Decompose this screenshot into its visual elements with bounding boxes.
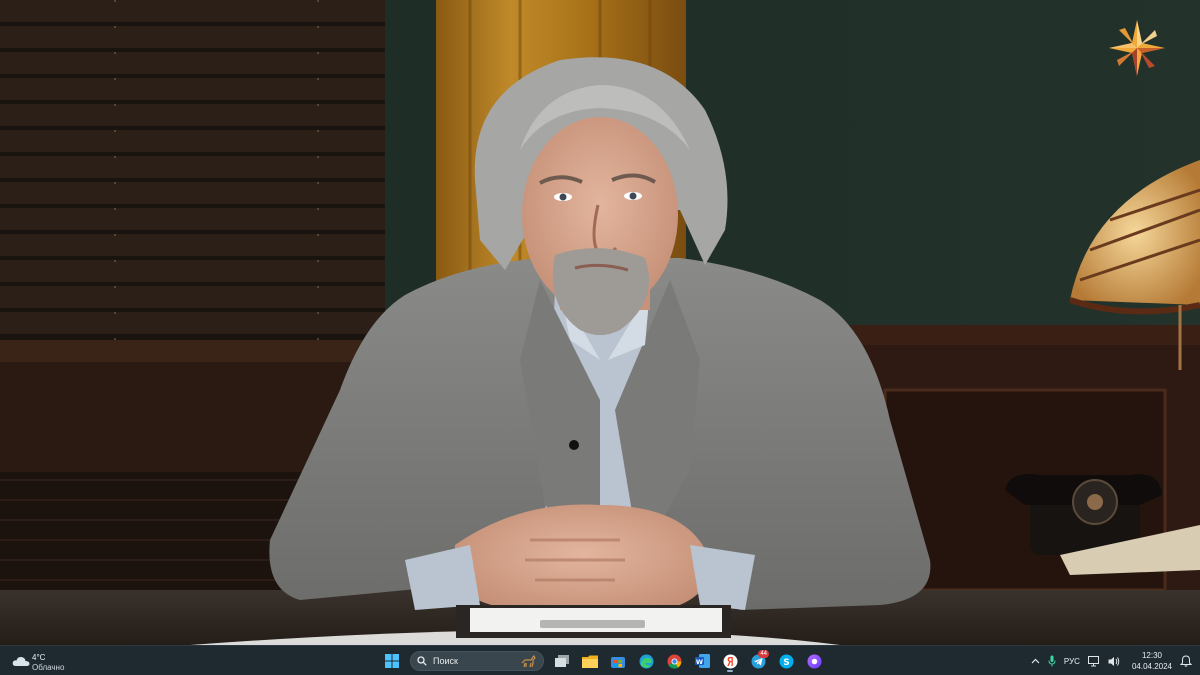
microsoft-store-button[interactable] bbox=[606, 649, 630, 673]
chrome-icon bbox=[667, 654, 681, 669]
file-explorer-button[interactable] bbox=[578, 649, 602, 673]
chrome-button[interactable] bbox=[662, 649, 686, 673]
input-language[interactable]: РУС bbox=[1064, 657, 1080, 666]
taskbar-apps: Поиск W 44 S bbox=[380, 649, 826, 673]
cloud-icon bbox=[12, 656, 30, 666]
clock-date: 04.04.2024 bbox=[1131, 662, 1172, 671]
chevron-up-icon[interactable] bbox=[1031, 658, 1040, 664]
edge-button[interactable] bbox=[634, 649, 658, 673]
windows-taskbar: 4°C Облачно Поиск W 44 S РУС 12:30 04.04… bbox=[0, 645, 1200, 675]
alice-assistant-button[interactable] bbox=[802, 649, 826, 673]
yandex-browser-button[interactable] bbox=[718, 649, 742, 673]
system-tray: РУС 12:30 04.04.2024 bbox=[1031, 646, 1192, 675]
task-view-icon bbox=[555, 655, 569, 667]
channel-logo-icon bbox=[1109, 20, 1165, 76]
clipboard bbox=[456, 605, 731, 638]
svg-text:W: W bbox=[695, 658, 702, 666]
clock-time: 12:30 bbox=[1141, 651, 1162, 660]
search-icon bbox=[417, 656, 427, 666]
word-icon: W bbox=[694, 654, 710, 668]
start-button[interactable] bbox=[380, 649, 404, 673]
yandex-browser-icon bbox=[723, 654, 737, 668]
taskbar-clock[interactable]: 12:30 04.04.2024 bbox=[1132, 650, 1172, 672]
video-scene bbox=[0, 0, 1200, 645]
edge-icon bbox=[639, 654, 653, 668]
alice-icon bbox=[807, 654, 821, 668]
search-highlight-deer-icon bbox=[521, 654, 536, 668]
task-view-button[interactable] bbox=[550, 649, 574, 673]
microphone-icon[interactable] bbox=[1048, 655, 1056, 667]
svg-text:S: S bbox=[783, 658, 789, 668]
taskbar-search-box[interactable]: Поиск bbox=[410, 651, 544, 671]
volume-icon[interactable] bbox=[1108, 656, 1120, 667]
telegram-button[interactable]: 44 bbox=[746, 649, 770, 673]
word-button[interactable]: W bbox=[690, 649, 714, 673]
network-icon[interactable] bbox=[1087, 655, 1100, 667]
video-frame[interactable] bbox=[0, 0, 1200, 645]
skype-button[interactable]: S bbox=[774, 649, 798, 673]
weather-widget[interactable]: 4°C Облачно bbox=[10, 651, 90, 673]
skype-icon: S bbox=[779, 654, 793, 668]
microsoft-store-icon bbox=[611, 657, 625, 668]
telegram-unread-badge: 44 bbox=[758, 650, 769, 658]
notifications-icon[interactable] bbox=[1180, 655, 1192, 667]
start-menu-icon bbox=[385, 654, 399, 668]
search-placeholder: Поиск bbox=[433, 656, 458, 666]
weather-temperature: 4°C bbox=[32, 653, 46, 662]
file-explorer-icon bbox=[582, 655, 598, 668]
weather-condition: Облачно bbox=[32, 663, 65, 672]
